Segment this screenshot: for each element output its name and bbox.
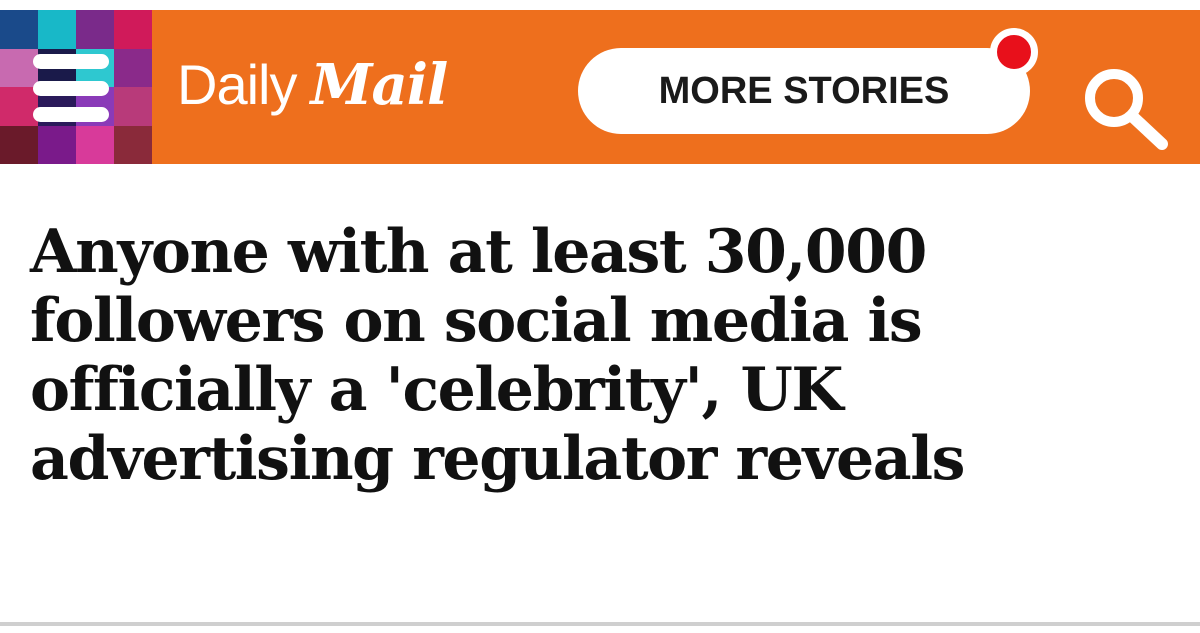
menu-button[interactable] [0, 10, 152, 164]
menu-tile [38, 125, 76, 164]
headline-line-1: Anyone with at least 30,000 [30, 217, 927, 287]
more-stories-button[interactable]: MORE STORIES [578, 48, 1030, 134]
headline-line-3: officially a 'celebrity', UK [30, 355, 844, 425]
menu-tile [0, 10, 38, 49]
menu-tile [114, 10, 152, 49]
article-headline[interactable]: Anyone with at least 30,000 followers on… [30, 222, 1160, 498]
page: Daily Mail MORE STORIES Anyone with at l… [0, 0, 1200, 633]
menu-tile [114, 87, 152, 126]
menu-tile [0, 125, 38, 164]
menu-tile [114, 125, 152, 164]
search-icon [1085, 69, 1168, 150]
menu-tile [76, 10, 114, 49]
more-stories-label: MORE STORIES [658, 69, 950, 112]
hamburger-bar-bottom [33, 107, 109, 122]
daily-mail-logo[interactable]: Daily Mail [177, 52, 448, 122]
menu-tile [76, 125, 114, 164]
search-button[interactable] [1078, 64, 1174, 154]
hamburger-menu-icon [33, 54, 109, 122]
logo-daily-text: Daily [177, 53, 297, 116]
headline-line-4: advertising regulator reveals [30, 424, 965, 494]
menu-tile [38, 10, 76, 49]
logo-mail-text: Mail [310, 52, 448, 118]
headline-line-2: followers on social media is [30, 286, 923, 356]
menu-tile [114, 48, 152, 87]
site-header: Daily Mail MORE STORIES [0, 10, 1200, 164]
bottom-divider [0, 622, 1200, 626]
hamburger-bar-middle [33, 81, 109, 96]
notification-dot [990, 28, 1038, 76]
top-strip [0, 0, 1200, 10]
hamburger-bar-top [33, 54, 109, 69]
